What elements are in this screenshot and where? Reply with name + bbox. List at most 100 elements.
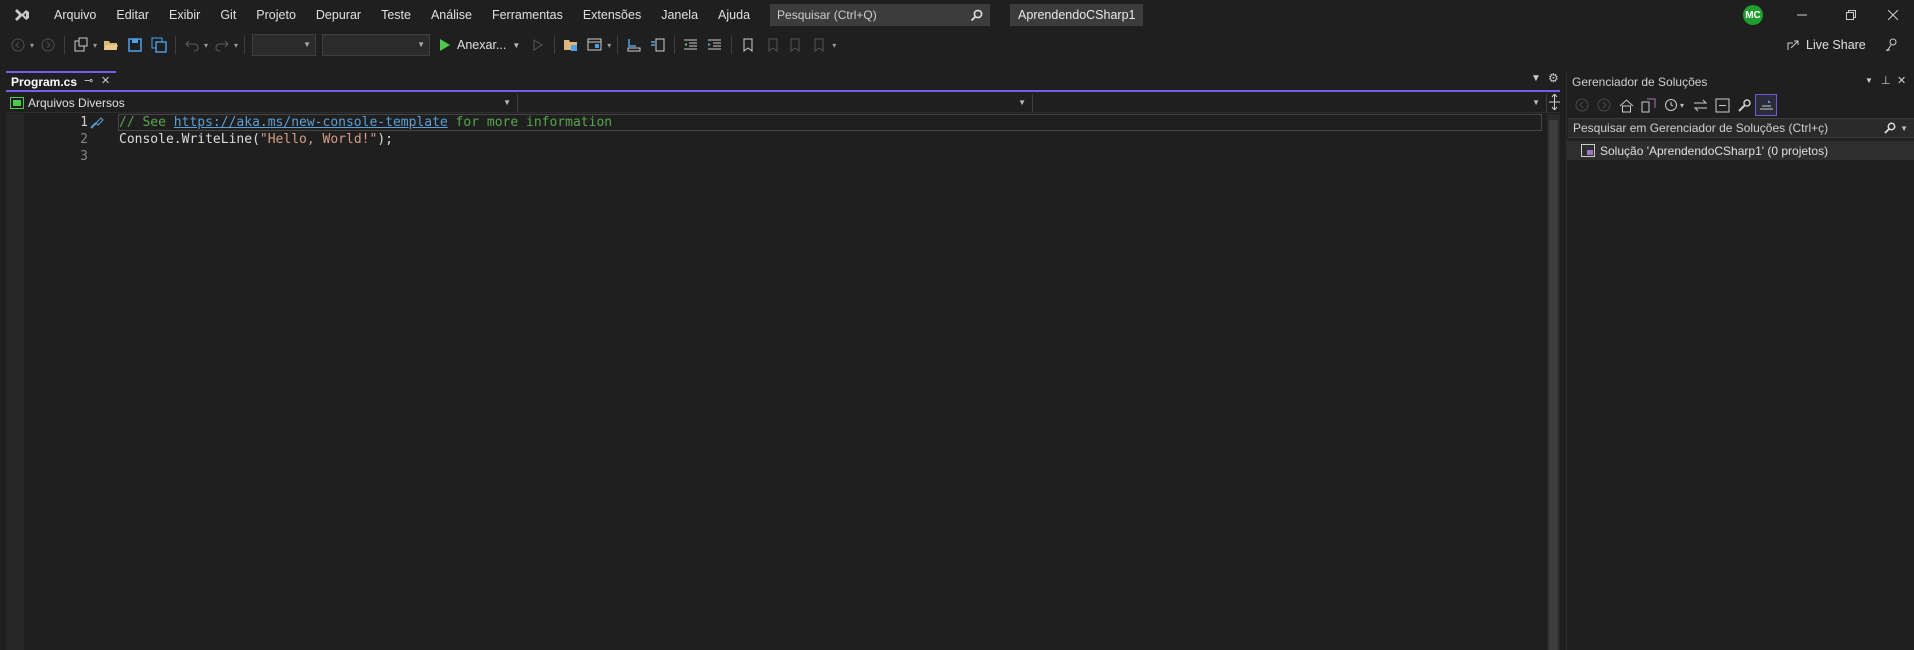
undo-dropdown-icon[interactable]: ▾	[204, 34, 208, 56]
collapse-all-button[interactable]	[1711, 94, 1733, 116]
split-editor-icon[interactable]	[1549, 93, 1560, 113]
comment-text: for more information	[447, 115, 613, 130]
menu-analise[interactable]: Análise	[421, 0, 482, 30]
solution-explorer-header: Gerenciador de Soluções ▼ ⊥ ✕	[1567, 71, 1914, 92]
save-button[interactable]	[124, 34, 146, 56]
open-file-button[interactable]	[100, 34, 122, 56]
properties-button[interactable]	[1733, 94, 1755, 116]
project-scope-combo[interactable]: Arquivos Diversos ▼	[6, 94, 518, 112]
bookmark-icon	[743, 38, 753, 52]
solution-explorer-search-box[interactable]: ▼	[1568, 118, 1914, 138]
home-button[interactable]	[1615, 94, 1637, 116]
template-link[interactable]: https://aka.ms/new-console-template	[174, 115, 448, 130]
layout-dropdown-icon[interactable]: ▾	[607, 34, 611, 56]
menu-janela[interactable]: Janela	[651, 0, 708, 30]
search-options-dropdown-icon[interactable]: ▼	[1900, 124, 1908, 133]
code-editor[interactable]: 1 2 3 // See https://aka.ms/new-console-…	[6, 114, 1560, 650]
panel-options-dropdown-icon[interactable]: ▼	[1865, 76, 1873, 85]
show-threads-button[interactable]	[647, 34, 669, 56]
menu-depurar[interactable]: Depurar	[306, 0, 371, 30]
previous-bookmark-button[interactable]	[761, 34, 783, 56]
search-icon[interactable]	[1884, 122, 1896, 134]
code-line[interactable]: // See https://aka.ms/new-console-templa…	[119, 114, 612, 131]
pending-changes-filter-button[interactable]: ▾	[1659, 94, 1689, 116]
menu-arquivo[interactable]: Arquivo	[44, 0, 106, 30]
switch-views-button[interactable]	[1637, 94, 1659, 116]
menu-projeto[interactable]: Projeto	[246, 0, 306, 30]
threads-icon	[651, 38, 665, 52]
solution-configuration-combo[interactable]: ▼	[252, 34, 316, 56]
save-all-button[interactable]	[148, 34, 170, 56]
toolbar-overflow-icon[interactable]: ▾	[832, 34, 836, 56]
close-icon[interactable]: ✕	[1897, 74, 1906, 87]
pin-icon[interactable]: ⊥	[1881, 74, 1891, 87]
increase-indent-button[interactable]	[704, 34, 726, 56]
wrench-icon	[1737, 98, 1751, 112]
live-share-button[interactable]: Live Share	[1786, 33, 1866, 57]
decrease-indent-button[interactable]	[680, 34, 702, 56]
next-bookmark-button[interactable]	[785, 34, 807, 56]
solution-tree: Solução 'AprendendoCSharp1' (0 projetos)	[1567, 138, 1914, 160]
back-dropdown-icon[interactable]: ▾	[30, 34, 34, 56]
code-line[interactable]	[119, 148, 612, 165]
clear-bookmarks-button[interactable]	[809, 34, 831, 56]
navigate-forward-button[interactable]	[37, 34, 59, 56]
editor-vertical-scrollbar[interactable]	[1547, 114, 1560, 650]
menu-extensoes[interactable]: Extensões	[573, 0, 651, 30]
close-window-button[interactable]	[1870, 0, 1914, 30]
settings-gear-icon[interactable]: ⚙	[1548, 71, 1559, 85]
minimize-button[interactable]	[1779, 0, 1825, 30]
window-layout-button[interactable]	[584, 34, 606, 56]
toggle-bookmark-button[interactable]	[737, 34, 759, 56]
menu-ferramentas[interactable]: Ferramentas	[482, 0, 573, 30]
attach-run-button[interactable]: Anexar... ▼	[433, 34, 526, 56]
tab-list-dropdown-icon[interactable]: ▼	[1531, 73, 1541, 84]
solution-name-badge[interactable]: AprendendoCSharp1	[1010, 4, 1144, 26]
type-scope-combo[interactable]: ▼	[519, 94, 1033, 112]
tab-program-cs[interactable]: Program.cs ⊸ ✕	[6, 71, 116, 90]
step-into-button[interactable]	[623, 34, 645, 56]
pin-icon[interactable]: ⊸	[84, 74, 93, 87]
scrollbar-thumb[interactable]	[1549, 120, 1558, 650]
code-content[interactable]: // See https://aka.ms/new-console-templa…	[119, 114, 612, 165]
toolbar-separator	[244, 36, 245, 54]
menu-exibir[interactable]: Exibir	[159, 0, 210, 30]
menu-teste[interactable]: Teste	[371, 0, 421, 30]
user-avatar[interactable]: MC	[1743, 5, 1763, 25]
solution-root-node[interactable]: Solução 'AprendendoCSharp1' (0 projetos)	[1567, 141, 1914, 160]
line-number-gutter: 1 2 3	[24, 114, 88, 650]
browse-folder-button[interactable]	[560, 34, 582, 56]
folder-view-icon	[564, 40, 578, 51]
new-project-button[interactable]	[70, 34, 92, 56]
back-button[interactable]	[1571, 94, 1593, 116]
feedback-button[interactable]	[1884, 37, 1900, 56]
code-line[interactable]: Console.WriteLine("Hello, World!");	[119, 131, 612, 148]
member-scope-combo[interactable]: ▼	[1034, 94, 1547, 112]
solution-platform-combo[interactable]: ▼	[322, 34, 430, 56]
navigate-back-button[interactable]	[7, 34, 29, 56]
save-icon	[128, 38, 142, 52]
close-tab-icon[interactable]: ✕	[101, 74, 110, 87]
start-without-debugging-button[interactable]	[527, 34, 549, 56]
redo-dropdown-icon[interactable]: ▾	[234, 34, 238, 56]
menu-ajuda[interactable]: Ajuda	[708, 0, 760, 30]
restore-button[interactable]	[1828, 0, 1874, 30]
menu-git[interactable]: Git	[210, 0, 246, 30]
chevron-down-icon[interactable]: ▼	[512, 41, 520, 50]
solution-explorer-search-input[interactable]	[1573, 121, 1885, 135]
chevron-down-icon: ▾	[1679, 100, 1684, 110]
undo-button[interactable]	[181, 34, 203, 56]
visual-studio-logo-icon[interactable]	[0, 0, 44, 30]
search-icon[interactable]	[970, 9, 983, 22]
forward-button[interactable]	[1593, 94, 1615, 116]
quick-actions-brush-icon[interactable]	[90, 115, 104, 132]
indicator-margin[interactable]	[6, 114, 24, 650]
global-search-input[interactable]	[777, 8, 971, 22]
restore-icon	[1846, 10, 1856, 20]
new-item-dropdown-icon[interactable]: ▾	[93, 34, 97, 56]
menu-editar[interactable]: Editar	[106, 0, 159, 30]
sync-with-document-button[interactable]	[1689, 94, 1711, 116]
global-search-box[interactable]	[770, 4, 991, 26]
redo-button[interactable]	[211, 34, 233, 56]
preview-selected-items-button[interactable]	[1755, 94, 1777, 116]
